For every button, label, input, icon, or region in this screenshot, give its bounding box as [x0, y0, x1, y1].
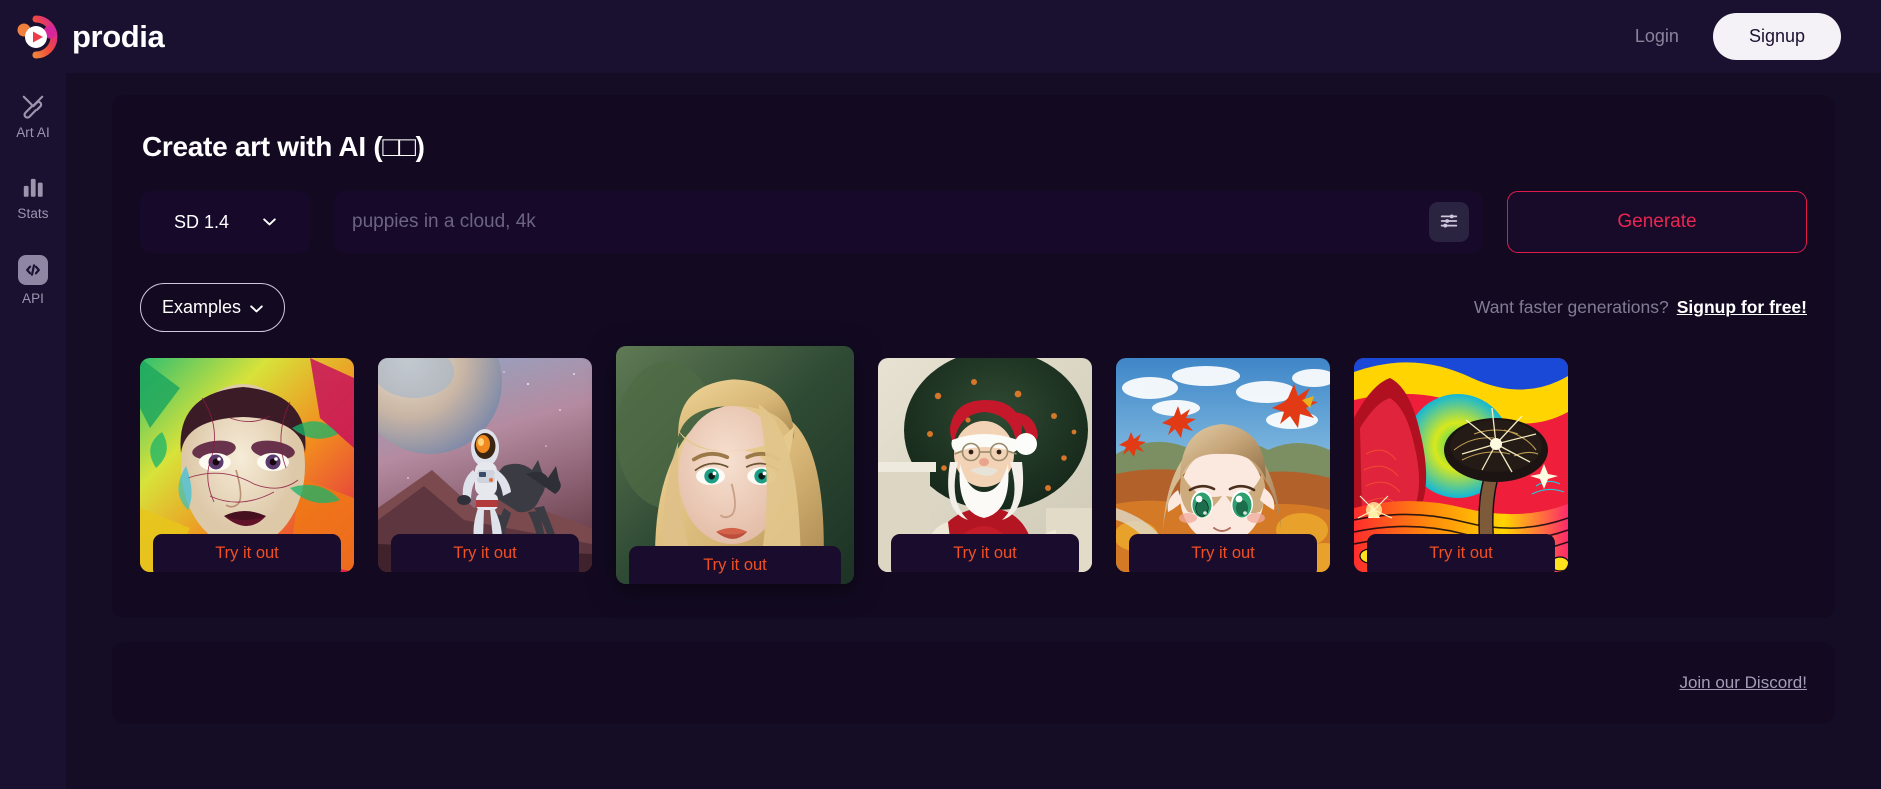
page-title: Create art with AI (□□): [142, 131, 425, 162]
chevron-down-icon: [263, 218, 276, 226]
example-card-anime-girl-autumn-leaves[interactable]: Try it out: [1116, 358, 1330, 572]
login-button[interactable]: Login: [1635, 26, 1679, 47]
sliders-icon: [1438, 210, 1460, 235]
model-select[interactable]: SD 1.4: [140, 191, 310, 253]
settings-button[interactable]: [1429, 202, 1469, 242]
paintbrush-icon: [20, 93, 46, 119]
header-actions: Login Signup: [1635, 13, 1841, 60]
signup-for-free-link[interactable]: Signup for free!: [1677, 297, 1807, 318]
faster-generations-text: Want faster generations?: [1473, 297, 1669, 317]
example-card-santa-claus-christmas-tree[interactable]: Try it out: [878, 358, 1092, 572]
sidebar-label-stats: Stats: [17, 206, 49, 221]
app-root: prodia Login Signup Art AI Stats API Cre…: [0, 0, 1881, 789]
try-it-out-button[interactable]: Try it out: [391, 534, 579, 572]
sidebar-item-stats[interactable]: Stats: [0, 170, 66, 225]
example-cards: Try it out Try it out Try it out Try it …: [140, 346, 1807, 584]
examples-row: Examples Want faster generations? Signup…: [140, 283, 1807, 332]
sidebar-item-api[interactable]: API: [0, 251, 66, 310]
bar-chart-icon: [20, 174, 46, 200]
chevron-down-icon: [250, 297, 263, 318]
example-card-blonde-woman-photo-portrait[interactable]: Try it out: [616, 346, 854, 584]
examples-button[interactable]: Examples: [140, 283, 286, 332]
example-card-astronaut-riding-horse[interactable]: Try it out: [378, 358, 592, 572]
brand-name: prodia: [72, 18, 165, 54]
try-it-out-button[interactable]: Try it out: [153, 534, 341, 572]
try-it-out-button[interactable]: Try it out: [1129, 534, 1317, 572]
join-discord-link[interactable]: Join our Discord!: [1679, 673, 1807, 693]
sidebar-label-api: API: [21, 291, 45, 306]
sidebar-label-art-ai: Art AI: [16, 125, 50, 140]
prompt-field-wrapper: [334, 191, 1483, 253]
model-select-value: SD 1.4: [173, 211, 230, 232]
example-card-psychedelic-tree-landscape[interactable]: Try it out: [1354, 358, 1568, 572]
sidebar-item-art-ai[interactable]: Art AI: [0, 89, 66, 144]
example-card-colorful-painted-woman-portrait[interactable]: Try it out: [140, 358, 354, 572]
top-header: prodia Login Signup: [0, 0, 1881, 73]
prompt-row: SD 1.4 puppies in a cloud, 4k Generate: [140, 191, 1807, 253]
brand[interactable]: prodia: [14, 15, 165, 59]
create-art-panel: Create art with AI (□□) SD 1.4 puppies i…: [112, 95, 1835, 618]
main-content: Create art with AI (□□) SD 1.4 puppies i…: [66, 73, 1881, 789]
prompt-input[interactable]: [352, 191, 1429, 253]
faster-generations-cta: Want faster generations? Signup for free…: [1474, 297, 1807, 318]
code-brackets-icon: [18, 255, 48, 285]
footer-panel: Join our Discord!: [112, 642, 1835, 724]
generate-button[interactable]: Generate: [1507, 191, 1807, 253]
try-it-out-button[interactable]: Try it out: [891, 534, 1079, 572]
play-circle-gradient-icon: [14, 15, 58, 59]
signup-button[interactable]: Signup: [1712, 13, 1841, 60]
left-sidebar: Art AI Stats API: [0, 73, 66, 789]
try-it-out-button[interactable]: Try it out: [1367, 534, 1555, 572]
try-it-out-button[interactable]: Try it out: [629, 546, 841, 584]
examples-button-label: Examples: [162, 297, 242, 317]
